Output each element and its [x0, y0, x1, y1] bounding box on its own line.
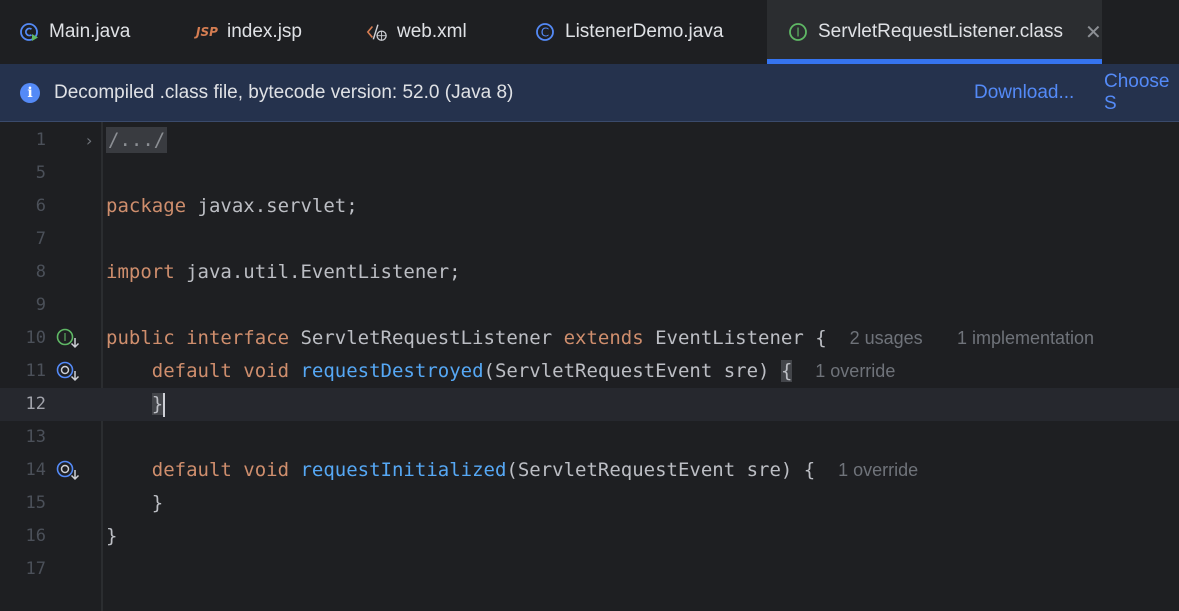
keyword: import — [106, 261, 175, 283]
tab-web-xml[interactable]: web.xml — [366, 0, 467, 64]
code-line: 9 — [0, 289, 1179, 322]
code-line: 1 › /.../ — [0, 124, 1179, 157]
line-number: 11 — [25, 361, 46, 381]
interface-name: ServletRequestListener — [289, 327, 553, 349]
usages-inlay-hint[interactable]: 2 usages — [850, 328, 923, 348]
code-line: 7 — [0, 223, 1179, 256]
override-inlay-hint[interactable]: 1 override — [815, 361, 895, 381]
code-line: 17 — [0, 553, 1179, 586]
code-editor[interactable]: 1 › /.../ 5 6 package javax.servlet; 7 8… — [0, 122, 1179, 611]
keyword: default — [151, 360, 232, 382]
info-icon: i — [20, 82, 40, 103]
svg-text:C: C — [541, 26, 549, 40]
tab-label: ListenerDemo.java — [565, 21, 724, 42]
code-line: 15 } — [0, 487, 1179, 520]
jsp-icon: JSP — [196, 25, 218, 39]
code-line: 6 package javax.servlet; — [0, 190, 1179, 223]
code-line: 16 } — [0, 520, 1179, 553]
editor-tab-bar: Main.java JSP index.jsp web.xml C Listen… — [0, 0, 1179, 64]
tab-listener-demo-java[interactable]: C ListenerDemo.java — [534, 0, 723, 64]
line-number: 17 — [25, 559, 46, 579]
tab-main-java[interactable]: Main.java — [18, 0, 130, 64]
closing-brace: } — [106, 492, 164, 514]
override-inlay-hint[interactable]: 1 override — [838, 460, 918, 480]
tab-label: index.jsp — [227, 21, 302, 42]
tab-index-jsp[interactable]: JSP index.jsp — [196, 0, 302, 64]
xml-web-icon — [366, 21, 388, 43]
matched-brace: { — [780, 360, 793, 382]
java-class-icon: C — [534, 21, 556, 43]
line-number: 7 — [35, 229, 46, 249]
line-number: 5 — [35, 163, 46, 183]
keyword: package — [106, 195, 187, 217]
line-number: 6 — [35, 196, 46, 216]
line-number: 12 — [25, 394, 46, 414]
line-number: 1 — [35, 130, 46, 150]
method-name: requestDestroyed — [289, 360, 484, 382]
svg-text:I: I — [796, 26, 800, 40]
java-class-run-icon — [18, 21, 40, 43]
folded-region[interactable]: /.../ — [106, 127, 168, 153]
method-name: requestInitialized — [289, 459, 507, 481]
code-line: 5 — [0, 157, 1179, 190]
package-name: javax.servlet; — [186, 195, 358, 217]
keyword: interface — [174, 327, 290, 349]
fold-expand-icon[interactable]: › — [86, 124, 92, 157]
overridden-method-gutter-icon[interactable] — [56, 361, 82, 383]
interface-icon: I — [787, 21, 809, 43]
tab-label: Main.java — [49, 21, 131, 42]
svg-text:I: I — [63, 331, 66, 344]
code-line: 11 default void requestDestroyed(Servlet… — [0, 355, 1179, 388]
overridden-method-gutter-icon[interactable] — [56, 460, 82, 482]
import-name: java.util.EventListener; — [174, 261, 461, 283]
download-link[interactable]: Download... — [974, 82, 1074, 104]
line-number: 10 — [25, 328, 46, 348]
tab-label: web.xml — [397, 21, 467, 42]
code-line: 10 I public interface ServletRequestList… — [0, 322, 1179, 355]
tab-servlet-request-listener-class[interactable]: I ServletRequestListener.class ✕ — [767, 0, 1102, 64]
keyword: extends — [552, 327, 644, 349]
close-icon[interactable]: ✕ — [1085, 20, 1102, 45]
line-number: 13 — [25, 427, 46, 447]
keyword: default — [151, 459, 232, 481]
choose-sources-link[interactable]: Choose S — [1104, 71, 1179, 115]
keyword: void — [231, 360, 290, 382]
keyword: public — [106, 327, 175, 349]
line-number: 9 — [35, 295, 46, 315]
implementation-inlay-hint[interactable]: 1 implementation — [957, 328, 1094, 348]
matched-brace: } — [151, 393, 164, 415]
parent-type: EventListener { — [643, 327, 827, 349]
line-number: 15 — [25, 493, 46, 513]
text-caret — [163, 392, 166, 417]
banner-message: Decompiled .class file, bytecode version… — [54, 81, 514, 103]
code-line: 14 default void requestInitialized(Servl… — [0, 454, 1179, 487]
keyword: void — [231, 459, 290, 481]
current-code-line: 12 } — [0, 388, 1179, 421]
method-params: (ServletRequestEvent sre) { — [506, 459, 816, 481]
line-number: 8 — [35, 262, 46, 282]
code-line: 8 import java.util.EventListener; — [0, 256, 1179, 289]
closing-brace: } — [106, 525, 118, 547]
method-params: (ServletRequestEvent sre) — [483, 360, 781, 382]
implemented-interface-gutter-icon[interactable]: I — [56, 328, 82, 350]
line-number: 16 — [25, 526, 46, 546]
decompiled-notification-banner: i Decompiled .class file, bytecode versi… — [0, 64, 1179, 122]
code-line: 13 — [0, 421, 1179, 454]
tab-label: ServletRequestListener.class — [818, 21, 1064, 42]
line-number: 14 — [25, 460, 46, 480]
